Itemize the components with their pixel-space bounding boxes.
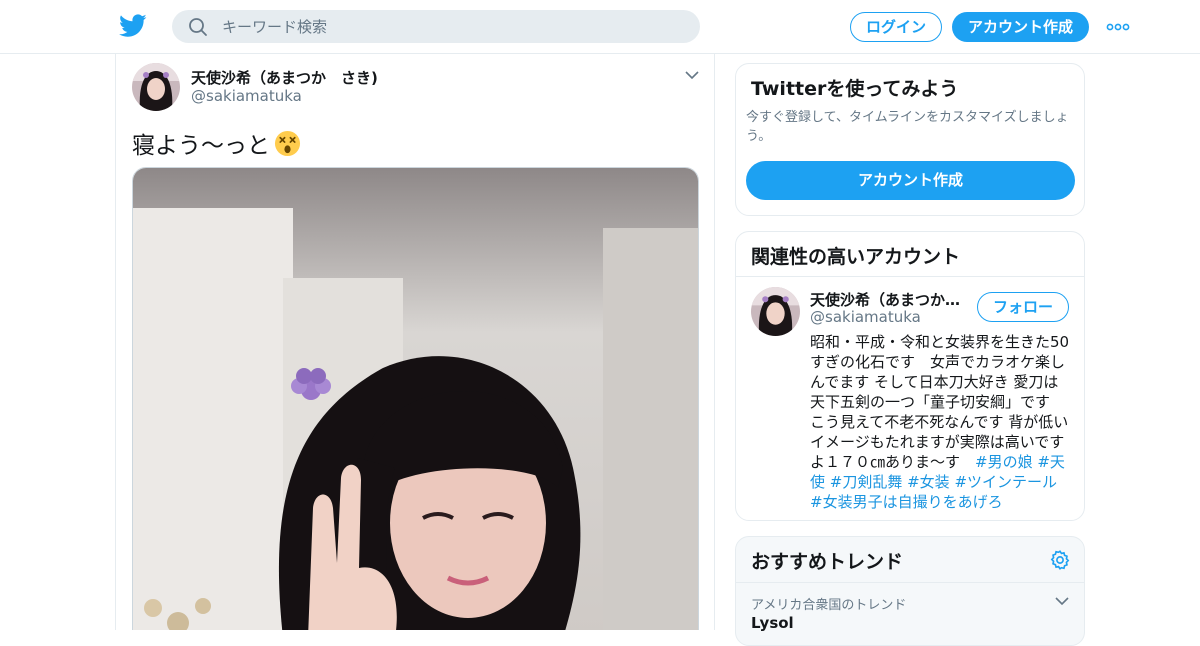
related-account-handle[interactable]: @sakiamatuka [810,308,921,326]
try-twitter-card: Twitterを使ってみよう 今すぐ登録して、タイムラインをカスタマイズしましょ… [735,63,1085,216]
signup-button[interactable]: アカウント作成 [952,12,1089,42]
tweet-panel: 天使沙希（あまつか さき) @sakiamatuka 寝よう～っと [115,54,715,630]
related-account-name[interactable]: 天使沙希（あまつか… [810,289,970,310]
twitter-logo-icon[interactable] [119,13,147,39]
follow-button[interactable]: フォロー [977,292,1069,322]
dizzy-face-emoji-icon [274,130,301,156]
trend-item[interactable]: Lysol [751,614,794,632]
bio-text: 昭和・平成・令和と女装界を生きた50すぎの化石です 女声でカラオケ楽しんでます … [810,333,1070,471]
trends-title: おすすめトレンド [751,551,904,573]
tweet-text-content: 寝よう～っと [132,133,270,159]
try-twitter-description: 今すぐ登録して、タイムラインをカスタマイズしましょう。 [746,110,1069,144]
login-button[interactable]: ログイン [850,12,942,42]
tweet-photo[interactable] [132,167,699,630]
related-account-avatar[interactable] [751,287,800,336]
top-bar: ログイン アカウント作成 [0,0,1200,54]
search-box[interactable] [172,10,700,43]
chevron-down-icon[interactable] [684,69,700,81]
try-twitter-title: Twitterを使ってみよう [751,78,959,100]
tweet-text: 寝よう～っと [132,126,301,160]
search-icon [189,18,207,36]
search-input[interactable] [222,10,682,43]
gear-icon[interactable] [1049,549,1071,571]
chevron-down-icon[interactable] [1054,595,1070,607]
more-options-icon[interactable] [1105,17,1131,37]
create-account-button[interactable]: アカウント作成 [746,161,1075,200]
divider [736,582,1084,583]
trend-location: アメリカ合衆国のトレンド [751,598,907,613]
related-accounts-card: 関連性の高いアカウント 天使沙希（あまつか… @sakiamatuka フォロー… [735,231,1085,521]
divider [736,276,1084,277]
author-handle[interactable]: @sakiamatuka [191,87,302,105]
author-avatar[interactable] [132,63,180,111]
author-name[interactable]: 天使沙希（あまつか さき) [191,67,378,88]
related-account-bio: 昭和・平成・令和と女装界を生きた50すぎの化石です 女声でカラオケ楽しんでます … [810,332,1072,512]
related-accounts-title: 関連性の高いアカウント [751,246,961,268]
